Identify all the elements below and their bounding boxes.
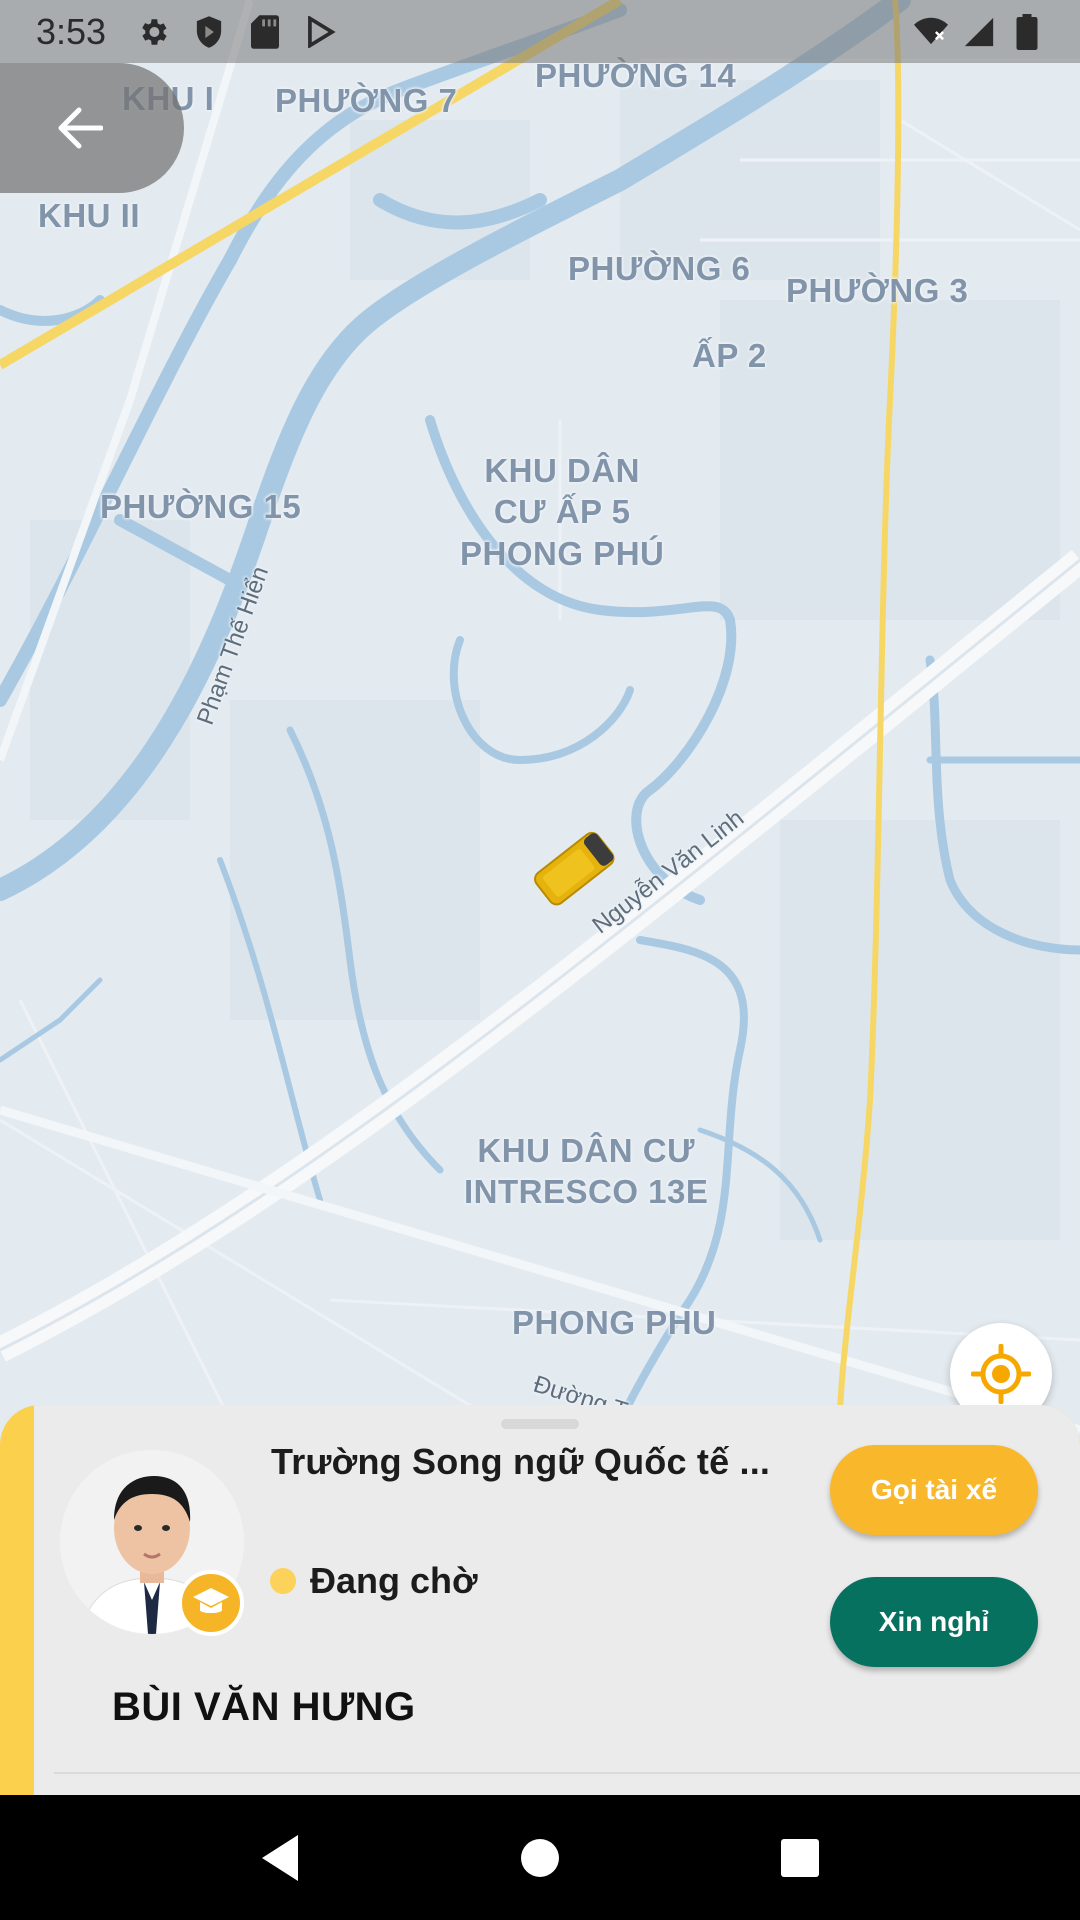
play-store-icon — [304, 15, 338, 49]
nav-home-button[interactable] — [505, 1823, 575, 1893]
status-row: Đang chờ — [270, 1560, 478, 1602]
system-nav-bar — [0, 1795, 1080, 1920]
recents-square-icon — [781, 1838, 819, 1877]
map-label-phuong-7: PHƯỜNG 7 — [275, 82, 458, 119]
locate-icon — [971, 1344, 1031, 1404]
student-name: BÙI VĂN HƯNG — [112, 1685, 416, 1729]
map-label-ap-2: ẤP 2 — [692, 337, 767, 374]
status-dot — [270, 1568, 296, 1594]
nav-back-button[interactable] — [245, 1823, 315, 1893]
back-button[interactable] — [0, 63, 184, 193]
status-time: 3:53 — [36, 10, 107, 52]
request-leave-button[interactable]: Xin nghỉ — [830, 1577, 1038, 1667]
settings-icon — [136, 15, 170, 49]
wifi-icon — [914, 15, 948, 49]
status-text: Đang chờ — [310, 1560, 478, 1601]
map-label-intresco-13e: KHU DÂN CƯ INTRESCO 13E — [464, 1132, 709, 1211]
sd-card-icon — [248, 14, 282, 49]
divider — [54, 1772, 1080, 1774]
student-badge — [178, 1570, 244, 1636]
drag-handle[interactable] — [501, 1419, 579, 1429]
signal-icon — [962, 15, 996, 49]
map-label-phong-phu: PHONG PHU — [512, 1304, 717, 1341]
battery-icon — [1010, 13, 1044, 50]
map-canvas — [0, 0, 1080, 1460]
map-label-khu-dan-cu-ap-5: KHU DÂN CƯ ẤP 5 PHONG PHÚ — [460, 452, 665, 572]
student-card: Trường Song ngữ Quốc tế ... Đang chờ BÙI… — [0, 1405, 1080, 1795]
nav-recents-button[interactable] — [765, 1823, 835, 1893]
bus-marker-icon — [534, 831, 615, 906]
back-triangle-icon — [262, 1834, 298, 1881]
status-bar: 3:53 — [0, 0, 1080, 63]
home-circle-icon — [521, 1838, 559, 1877]
student-card-body: Trường Song ngữ Quốc tế ... Đang chờ BÙI… — [34, 1405, 1080, 1795]
map-view[interactable]: KHU I PHƯỜNG 7 PHƯỜNG 14 KHU II PHƯỜNG 6… — [0, 0, 1080, 1460]
map-label-khu-ii: KHU II — [38, 197, 140, 234]
call-driver-button[interactable]: Gọi tài xế — [830, 1445, 1038, 1535]
back-arrow-icon — [58, 107, 103, 149]
map-label-phuong-3: PHƯỜNG 3 — [786, 272, 969, 309]
map-label-phuong-15: PHƯỜNG 15 — [100, 488, 302, 525]
map-label-phuong-6: PHƯỜNG 6 — [568, 250, 751, 287]
graduation-cap-icon — [193, 1588, 229, 1613]
shield-icon — [192, 15, 226, 49]
school-name: Trường Song ngữ Quốc tế ... — [271, 1441, 771, 1482]
